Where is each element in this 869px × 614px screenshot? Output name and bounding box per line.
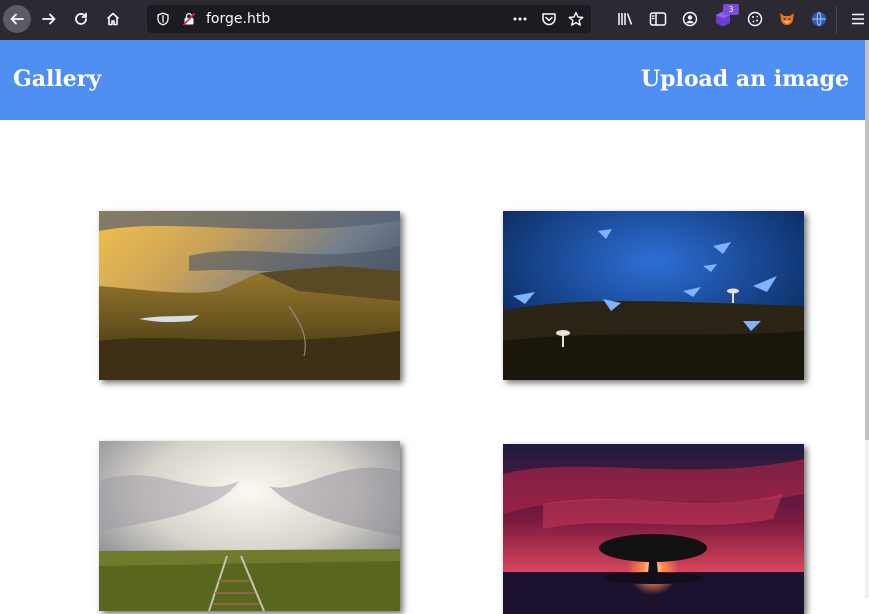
toolbar-separator [836,6,837,34]
pocket-icon[interactable] [538,8,560,30]
reload-button[interactable] [67,5,95,33]
fox-extension-icon[interactable] [776,8,798,30]
gallery-image-railway [99,441,400,611]
bookmark-star-icon[interactable] [565,8,587,30]
site-header: Gallery Upload an image [0,40,865,120]
gallery-image-butterflies [503,211,804,380]
cookie-icon[interactable] [744,8,766,30]
home-icon [106,12,120,26]
gallery-image-mountain [99,211,400,380]
arrow-left-icon [10,13,24,25]
url-text[interactable]: forge.htb [206,11,270,27]
more-actions-icon[interactable] [509,8,531,30]
url-bar[interactable]: forge.htb [147,5,591,33]
library-icon[interactable] [615,8,637,30]
reload-icon [75,12,87,25]
scrollbar-thumb[interactable] [865,40,869,440]
gallery-image-tree-sunset [503,444,804,614]
forward-button[interactable] [35,5,63,33]
home-button[interactable] [99,5,127,33]
sidebar-icon[interactable] [647,8,669,30]
menu-icon[interactable] [847,8,869,30]
account-icon[interactable] [679,8,701,30]
browser-toolbar: forge.htb 3 [0,0,869,40]
page-title[interactable]: Gallery [13,65,101,93]
globe-extension-icon[interactable] [808,8,830,30]
back-button[interactable] [3,5,31,33]
arrow-right-icon [42,13,56,25]
extension-badge: 3 [723,4,739,15]
shield-icon[interactable] [152,8,174,30]
upload-image-link[interactable]: Upload an image [641,65,849,93]
insecure-connection-icon[interactable] [178,8,200,30]
